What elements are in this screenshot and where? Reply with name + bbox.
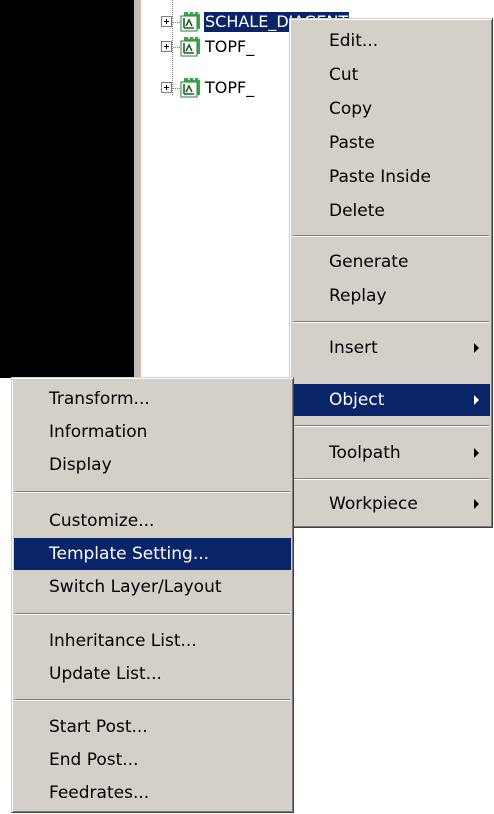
menu-item-label: Template Setting... xyxy=(49,544,210,564)
tree-connector xyxy=(173,47,180,48)
menu-item-label: Delete xyxy=(329,201,385,221)
menu-item-label: Edit... xyxy=(329,31,379,51)
menu-separator xyxy=(15,699,290,701)
plus-box-icon[interactable] xyxy=(161,82,172,93)
submenu-arrow-icon xyxy=(474,448,479,458)
menu-item-label: Generate xyxy=(329,252,409,272)
submenu-item-switch-layer-layout[interactable]: Switch Layer/Layout xyxy=(14,571,291,603)
menu-item-label: Customize... xyxy=(49,511,155,531)
submenu-item-display[interactable]: Display xyxy=(14,449,291,481)
menu-item-label: Replay xyxy=(329,286,387,306)
tree-item[interactable]: SCHALE_DIAGENT xyxy=(160,10,350,34)
toolpath-group-icon xyxy=(180,37,200,57)
submenu-arrow-icon xyxy=(474,395,479,405)
submenu-item-template-setting[interactable]: Template Setting... xyxy=(14,538,291,570)
object-submenu: Transform... Information Display Customi… xyxy=(11,377,294,813)
menu-item-label: Paste xyxy=(329,133,375,153)
submenu-item-transform[interactable]: Transform... xyxy=(14,383,291,415)
dark-panel xyxy=(0,0,134,378)
context-menu: Edit... Cut Copy Paste Paste Inside Dele… xyxy=(289,18,493,528)
submenu-item-feedrates[interactable]: Feedrates... xyxy=(14,777,291,809)
menu-separator xyxy=(293,478,489,480)
menu-item-label: Insert xyxy=(329,338,378,358)
menu-item-label: Workpiece xyxy=(329,494,418,514)
toolpath-group-icon xyxy=(180,12,200,32)
menu-item-label: Update List... xyxy=(49,664,162,684)
submenu-item-information[interactable]: Information xyxy=(14,416,291,448)
menu-separator xyxy=(293,425,489,427)
tree-connector xyxy=(173,88,180,89)
tree-item[interactable]: TOPF_ xyxy=(160,76,310,100)
tree-item-label[interactable]: TOPF_ xyxy=(204,78,255,98)
menu-item-label: Object xyxy=(329,390,385,410)
menu-separator xyxy=(293,235,489,237)
plus-box-icon[interactable] xyxy=(161,41,172,52)
tree-item-label[interactable]: TOPF_ xyxy=(204,37,255,57)
menu-item-label: Inheritance List... xyxy=(49,631,197,651)
menu-item-workpiece[interactable]: Workpiece xyxy=(292,488,490,520)
menu-item-label: Copy xyxy=(329,99,373,119)
submenu-arrow-icon xyxy=(474,343,479,353)
menu-item-paste-inside[interactable]: Paste Inside xyxy=(292,161,490,193)
menu-item-label: Start Post... xyxy=(49,717,148,737)
menu-item-label: Display xyxy=(49,455,112,475)
menu-item-delete[interactable]: Delete xyxy=(292,195,490,227)
menu-item-label: Cut xyxy=(329,65,359,85)
submenu-item-start-post[interactable]: Start Post... xyxy=(14,711,291,743)
menu-item-replay[interactable]: Replay xyxy=(292,280,490,312)
menu-item-cut[interactable]: Cut xyxy=(292,59,490,91)
submenu-arrow-icon xyxy=(474,499,479,509)
menu-item-insert[interactable]: Insert xyxy=(292,332,490,364)
toolpath-group-icon xyxy=(180,78,200,98)
submenu-item-customize[interactable]: Customize... xyxy=(14,505,291,537)
tree-item[interactable]: TOPF_ xyxy=(160,35,310,59)
menu-item-edit[interactable]: Edit... xyxy=(292,25,490,57)
menu-item-label: Switch Layer/Layout xyxy=(49,577,222,597)
menu-item-label: End Post... xyxy=(49,750,139,770)
menu-separator xyxy=(15,613,290,615)
submenu-item-inheritance-list[interactable]: Inheritance List... xyxy=(14,625,291,657)
menu-item-generate[interactable]: Generate xyxy=(292,246,490,278)
menu-item-label: Transform... xyxy=(49,389,150,409)
menu-item-label: Paste Inside xyxy=(329,167,431,187)
menu-item-toolpath[interactable]: Toolpath xyxy=(292,437,490,469)
menu-item-label: Feedrates... xyxy=(49,783,150,803)
submenu-item-update-list[interactable]: Update List... xyxy=(14,658,291,690)
menu-item-paste[interactable]: Paste xyxy=(292,127,490,159)
menu-separator xyxy=(15,491,290,493)
plus-box-icon[interactable] xyxy=(161,16,172,27)
submenu-item-end-post[interactable]: End Post... xyxy=(14,744,291,776)
tree-connector xyxy=(173,22,180,23)
menu-item-copy[interactable]: Copy xyxy=(292,93,490,125)
menu-item-label: Toolpath xyxy=(329,443,401,463)
menu-item-label: Information xyxy=(49,422,148,442)
menu-item-object[interactable]: Object xyxy=(292,384,490,416)
menu-separator xyxy=(293,321,489,323)
